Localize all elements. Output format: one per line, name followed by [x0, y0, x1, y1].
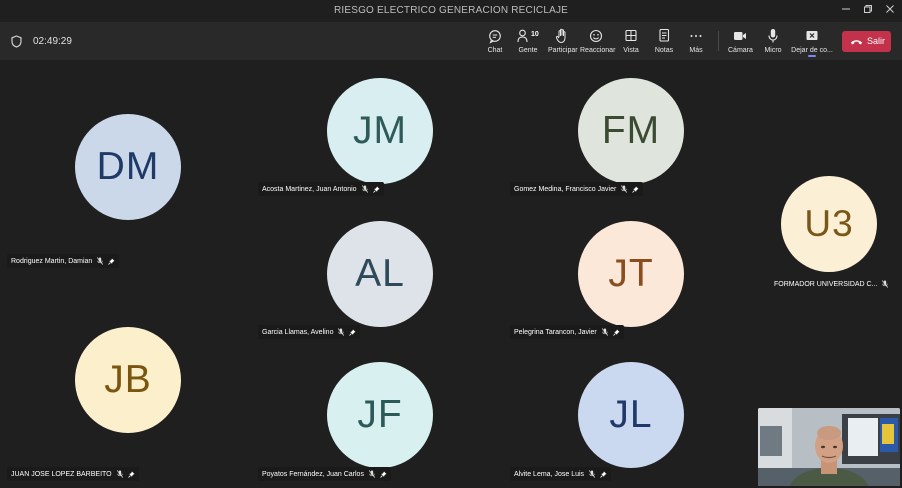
mic-muted-icon: [361, 185, 368, 193]
name-tag: Acosta Martinez, Juan Antonio: [258, 182, 384, 196]
more-icon: [690, 35, 702, 37]
self-video-preview[interactable]: [758, 408, 900, 486]
participant-name: Alvite Lema, Jose Luis: [514, 470, 585, 478]
meeting-toolbar: 02:49:29 Chat 10 Gente Participar Reacci…: [0, 22, 902, 60]
raise-hand-label: Participar: [548, 47, 578, 54]
stop-share-icon: [806, 31, 818, 40]
people-label: Gente: [518, 47, 538, 54]
notes-button[interactable]: Notas: [652, 27, 676, 57]
more-button[interactable]: Más: [686, 27, 706, 57]
view-button[interactable]: Vista: [620, 27, 642, 57]
participant-name: Rodriguez Martin, Damian: [11, 257, 93, 265]
avatar-alvite-lema: JL: [578, 362, 684, 468]
minimize-icon[interactable]: [838, 3, 854, 19]
people-icon: [517, 29, 528, 43]
avatar-poyatos-fernandez: JF: [327, 362, 433, 468]
mic-muted-icon: [97, 257, 104, 265]
name-tag: Poyatos Fernández, Juan Carlos: [258, 467, 391, 481]
name-tag: Garcia Llamas, Avelino: [258, 325, 361, 339]
mic-muted-icon: [116, 470, 123, 478]
people-count: 10: [531, 31, 539, 38]
name-tag: Rodriguez Martin, Damian: [7, 254, 120, 268]
toolbar-divider: [718, 31, 719, 51]
name-tag: FORMADOR UNIVERSIDAD C...: [770, 277, 892, 291]
avatar-lopez-barbeito: JB: [75, 327, 181, 433]
participant-name: FORMADOR UNIVERSIDAD C...: [774, 280, 878, 288]
stop-sharing-label: Dejar de co...: [791, 47, 833, 54]
pin-icon[interactable]: [632, 186, 639, 193]
pin-icon[interactable]: [127, 471, 135, 478]
participant-name: Pelegrina Tarancon, Javier: [514, 328, 597, 336]
title-bar: RIESGO ELECTRICO GENERACION RECICLAJE: [0, 0, 902, 22]
leave-button[interactable]: Salir: [842, 31, 891, 52]
mic-muted-icon: [621, 185, 628, 193]
stop-sharing-button[interactable]: Dejar de co...: [790, 27, 834, 57]
chat-button[interactable]: Chat: [484, 27, 506, 57]
mic-muted-icon: [338, 328, 345, 336]
close-icon[interactable]: [882, 3, 898, 19]
hang-up-icon: [851, 40, 862, 45]
pin-icon[interactable]: [108, 258, 115, 265]
participant-name: JUAN JOSE LOPEZ BARBEITO: [11, 470, 112, 478]
participant-name: Poyatos Fernández, Juan Carlos: [262, 470, 364, 478]
window-title: RIESGO ELECTRICO GENERACION RECICLAJE: [333, 5, 569, 16]
microphone-button[interactable]: Micro: [762, 27, 784, 57]
microphone-label: Micro: [764, 47, 782, 54]
raise-hand-icon: [555, 28, 566, 44]
camera-button[interactable]: Cámara: [728, 27, 753, 57]
meeting-timer: 02:49:29: [33, 36, 72, 47]
name-tag: JUAN JOSE LOPEZ BARBEITO: [7, 467, 139, 481]
raise-hand-button[interactable]: Participar: [548, 27, 578, 57]
self-video-image: [758, 408, 900, 486]
mic-muted-icon: [882, 280, 889, 288]
leave-label: Salir: [867, 36, 886, 46]
avatar-acosta-martinez: JM: [327, 78, 433, 184]
restore-icon[interactable]: [860, 3, 876, 19]
view-label: Vista: [623, 47, 639, 54]
pin-icon[interactable]: [612, 329, 620, 336]
more-label: Más: [689, 47, 703, 54]
sharing-indicator: [808, 55, 816, 57]
avatar-gomez-medina: FM: [578, 78, 684, 184]
avatar-pelegrina-tarancon: JT: [578, 221, 684, 327]
notes-label: Notas: [654, 47, 674, 54]
react-button[interactable]: Reaccionar: [580, 27, 616, 57]
camera-icon: [734, 32, 746, 40]
react-label: Reaccionar: [580, 47, 616, 54]
mic-muted-icon: [589, 470, 596, 478]
chat-label: Chat: [487, 47, 503, 54]
avatar-rodriguez-martin: DM: [75, 114, 181, 220]
avatar-garcia-llamas: AL: [327, 221, 433, 327]
participant-name: Acosta Martinez, Juan Antonio: [262, 185, 357, 193]
mic-muted-icon: [601, 328, 608, 336]
pin-icon[interactable]: [600, 471, 607, 478]
pin-icon[interactable]: [380, 471, 387, 478]
mic-muted-icon: [368, 470, 375, 478]
avatar-formador: U3: [781, 176, 877, 272]
people-button[interactable]: 10 Gente: [515, 27, 541, 57]
name-tag: Pelegrina Tarancon, Javier: [510, 325, 624, 339]
microphone-icon: [768, 29, 778, 43]
shield-icon: [11, 35, 22, 48]
name-tag: Gomez Medina, Francisco Javier: [510, 182, 644, 196]
participant-name: Garcia Llamas, Avelino: [262, 328, 334, 336]
emoji-icon: [589, 29, 603, 43]
pin-icon[interactable]: [372, 186, 380, 193]
participant-name: Gomez Medina, Francisco Javier: [514, 185, 617, 193]
chat-icon: [489, 30, 501, 44]
camera-label: Cámara: [728, 47, 753, 54]
notes-icon: [659, 28, 670, 42]
pin-icon[interactable]: [349, 329, 356, 336]
name-tag: Alvite Lema, Jose Luis: [510, 467, 612, 481]
grid-view-icon: [625, 29, 637, 42]
